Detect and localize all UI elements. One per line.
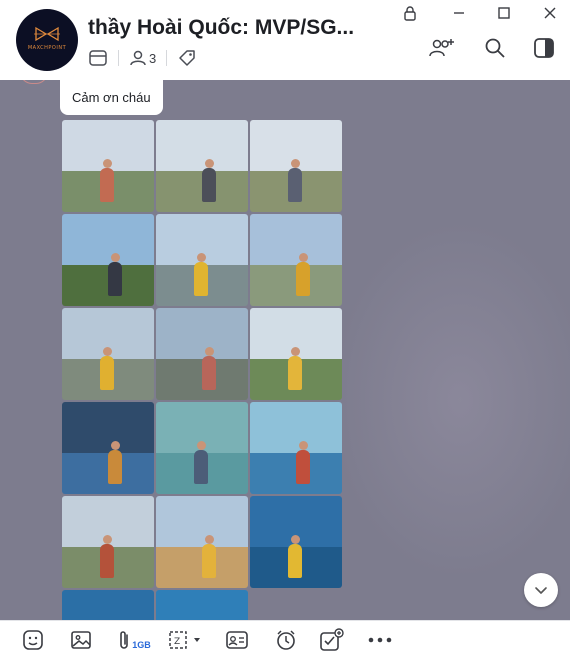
search-icon[interactable] [481,34,509,62]
screenshot-icon: Z [169,631,187,649]
close-icon[interactable] [539,4,561,22]
group-avatar[interactable]: MAXCHPOINT [16,9,78,71]
photo-background [62,214,154,265]
photo-thumbnail[interactable] [250,496,342,588]
photo-person [296,441,310,484]
photo-person [100,347,114,390]
svg-text:Z: Z [174,637,180,647]
screenshot-button[interactable]: Z [165,627,205,653]
message-bubble[interactable]: Cảm ơn cháu [60,80,163,115]
photo-person [288,159,302,202]
photo-thumbnail[interactable] [62,214,154,306]
photo-thumbnail[interactable] [62,496,154,588]
chevron-down-icon [535,587,547,594]
photo-thumbnail[interactable] [156,496,248,588]
paperclip-icon [120,631,129,649]
photo-background [156,308,248,359]
meta-divider [118,50,119,66]
conversation-meta: 3 [88,49,197,67]
add-task-icon[interactable] [318,627,346,653]
add-member-icon[interactable] [428,34,456,62]
image-icon[interactable] [68,627,94,653]
sticker-icon[interactable] [20,627,46,653]
previous-reaction [20,80,48,84]
caret-down-icon [194,638,200,642]
members-icon[interactable] [129,49,147,67]
photo-person [288,535,302,578]
board-icon[interactable] [88,49,108,67]
photo-thumbnail[interactable] [62,120,154,212]
photo-background [62,402,154,453]
photo-person [108,441,122,484]
photo-thumbnail[interactable] [156,402,248,494]
photo-person [288,347,302,390]
photo-thumbnail[interactable] [250,120,342,212]
photo-thumbnail[interactable] [250,214,342,306]
photo-background [62,590,154,620]
file-size-badge: 1GB [132,640,151,650]
photo-thumbnail[interactable] [156,590,248,620]
meta-divider [166,50,168,66]
photo-thumbnail[interactable] [62,402,154,494]
attach-file-button[interactable]: 1GB [114,627,154,653]
composer-toolbar: 1GB Z [0,620,570,658]
photo-background [156,496,248,547]
photo-thumbnail[interactable] [62,308,154,400]
photo-thumbnail[interactable] [156,308,248,400]
scroll-to-bottom-button[interactable] [524,573,558,607]
bowtie-logo-icon [34,26,60,42]
message-text: Cảm ơn cháu [72,90,151,105]
photo-person [194,253,208,296]
photo-background [250,214,342,265]
photo-thumbnail[interactable] [250,308,342,400]
photo-thumbnail[interactable] [156,214,248,306]
photo-person [100,159,114,202]
avatar-logo-text: MAXCHPOINT [27,45,67,51]
background-glow [330,220,570,580]
photo-person [296,253,310,296]
photo-background [156,590,248,620]
photo-person [202,159,216,202]
photo-background [156,120,248,171]
sidebar-toggle-icon[interactable] [530,34,558,62]
photo-thumbnail[interactable] [156,120,248,212]
photo-thumbnail[interactable] [250,402,342,494]
more-options-icon[interactable] [366,627,394,653]
photo-person [202,535,216,578]
photo-person [202,347,216,390]
contact-card-icon[interactable] [224,627,250,653]
message-area[interactable]: Cảm ơn cháu [0,80,570,620]
member-count[interactable]: 3 [149,51,156,66]
photo-thumbnail[interactable] [62,590,154,620]
photo-background [250,402,342,453]
tag-icon[interactable] [177,49,197,67]
photo-person [100,535,114,578]
photo-person [194,441,208,484]
minimize-icon[interactable] [448,4,470,22]
maximize-icon[interactable] [493,4,515,22]
photo-person [108,253,122,296]
conversation-title[interactable]: thầy Hoài Quốc: MVP/SG... [88,16,354,40]
lock-icon[interactable] [399,4,421,22]
reminder-clock-icon[interactable] [273,627,299,653]
chat-header: MAXCHPOINT thầy Hoài Quốc: MVP/SG... 3 [0,0,570,80]
